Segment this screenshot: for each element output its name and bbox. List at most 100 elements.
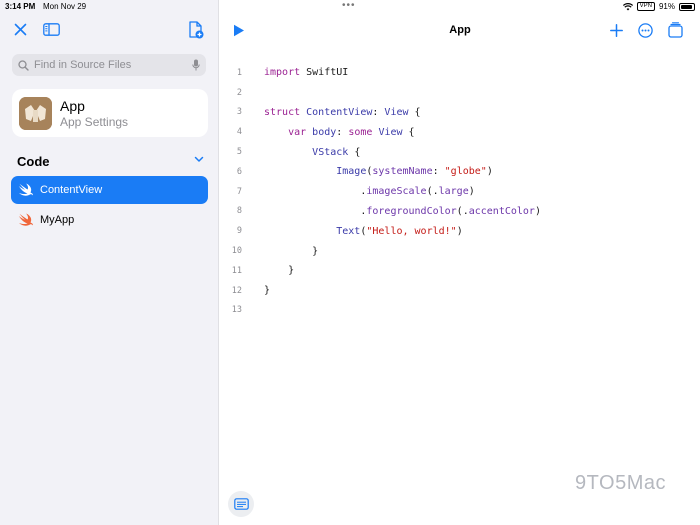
code-token: large: [438, 186, 469, 198]
code-token: {: [402, 126, 415, 138]
code-section-header[interactable]: Code: [17, 153, 207, 169]
battery-percent: 91%: [658, 2, 675, 11]
app-settings-label: App Settings: [60, 114, 129, 129]
swift-icon: [18, 213, 34, 226]
code-line[interactable]: 9 Text("Hello, world!"): [220, 221, 541, 241]
line-number: 10: [231, 246, 242, 257]
new-file-icon: [189, 21, 204, 39]
code-line[interactable]: 3 struct ContentView: View {: [220, 103, 541, 123]
line-number: 3: [236, 107, 242, 118]
status-date: Mon Nov 29: [43, 2, 87, 11]
watermark: 9TO5Mac: [575, 472, 666, 494]
app-name: App: [60, 97, 85, 114]
line-number: 6: [236, 166, 242, 177]
code-line[interactable]: 11 }: [220, 261, 541, 281]
code-token: some: [348, 126, 373, 138]
line-number: 11: [231, 265, 242, 276]
code-token: ): [456, 225, 463, 237]
code-token: :: [372, 106, 385, 118]
editor-toolbar: App: [220, 18, 700, 44]
code-token: var: [288, 126, 307, 138]
new-file-button[interactable]: [188, 21, 204, 44]
code-token: accentColor: [468, 205, 535, 217]
code-token: View: [378, 126, 403, 138]
code-token: {: [348, 146, 361, 158]
code-token: :: [336, 126, 349, 138]
code-line[interactable]: 6 Image(systemName: "globe"): [220, 162, 541, 182]
code-line[interactable]: 5 VStack {: [220, 142, 541, 162]
section-title: Code: [17, 154, 50, 169]
code-token: View: [384, 106, 409, 118]
status-right: VPN 91%: [622, 2, 695, 11]
app-icon: [19, 96, 52, 130]
code-line[interactable]: 12 }: [220, 281, 541, 301]
code-token: ): [486, 166, 493, 178]
code-token: imageScale: [366, 186, 427, 198]
file-item-contentview[interactable]: ContentView: [11, 176, 208, 204]
line-number: 9: [236, 226, 242, 237]
code-line[interactable]: 7 .imageScale(.large): [220, 182, 541, 202]
line-number: 13: [231, 305, 242, 316]
line-number: 1: [236, 67, 242, 78]
code-token: ContentView: [300, 106, 373, 118]
code-token: body: [306, 126, 337, 138]
line-number: 7: [236, 186, 242, 197]
multitasking-dots[interactable]: •••: [342, 0, 356, 11]
code-token: :: [432, 166, 445, 178]
windows-stack-icon: [668, 22, 683, 38]
code-line[interactable]: 2: [220, 83, 541, 103]
code-token: VStack: [312, 146, 349, 158]
code-token: ): [534, 205, 541, 217]
code-token: "globe": [444, 166, 487, 178]
battery-icon: [679, 2, 695, 11]
line-number: 2: [236, 87, 242, 98]
editor-pane: App 1 import SwiftUI 2 3 struct ContentV…: [220, 0, 700, 525]
code-line[interactable]: 10 }: [220, 241, 541, 261]
battery-level: [681, 4, 692, 9]
code-token: }: [312, 245, 319, 257]
sidebar: App App Settings Code ContentView MyApp: [0, 0, 219, 525]
code-token: Text: [336, 225, 361, 237]
vpn-badge: VPN: [636, 2, 655, 11]
code-token: (.: [456, 205, 469, 217]
code-line[interactable]: 4 var body: some View {: [220, 122, 541, 142]
sidebar-toolbar: [0, 18, 219, 44]
close-icon: [14, 23, 27, 36]
sidebar-toggle-button[interactable]: [43, 23, 60, 41]
code-token: }: [264, 285, 271, 297]
app-settings-card[interactable]: App App Settings: [12, 89, 208, 137]
chevron-down-icon[interactable]: [194, 154, 204, 164]
code-token: struct: [264, 106, 301, 118]
console-icon: [233, 498, 249, 510]
search-input[interactable]: [34, 59, 192, 71]
code-token: "Hello, world!": [366, 225, 457, 237]
code-token: (.: [426, 186, 439, 198]
code-token: SwiftUI: [300, 67, 349, 79]
code-token: foregroundColor: [366, 205, 457, 217]
line-number: 12: [231, 285, 242, 296]
file-item-label: ContentView: [40, 184, 103, 196]
code-line[interactable]: 8 .foregroundColor(.accentColor): [220, 202, 541, 222]
status-bar: 3:14 PM Mon Nov 29 ••• VPN 91%: [0, 0, 700, 14]
swift-icon: [18, 183, 34, 196]
code-area[interactable]: 1 import SwiftUI 2 3 struct ContentView:…: [220, 63, 541, 320]
code-line[interactable]: 13: [220, 301, 541, 321]
plus-icon: [610, 24, 623, 37]
file-item-myapp[interactable]: MyApp: [11, 206, 208, 234]
code-token: }: [288, 265, 295, 277]
more-button[interactable]: [638, 23, 653, 43]
add-button[interactable]: [610, 24, 623, 42]
code-token: {: [408, 106, 421, 118]
line-number: 4: [236, 127, 242, 138]
code-line[interactable]: 1 import SwiftUI: [220, 63, 541, 83]
console-button[interactable]: [228, 491, 254, 517]
windows-button[interactable]: [668, 22, 683, 43]
close-button[interactable]: [14, 23, 27, 41]
sidebar-toggle-icon: [43, 23, 60, 36]
search-icon: [18, 59, 29, 71]
search-field[interactable]: [12, 54, 206, 76]
ellipsis-circle-icon: [638, 23, 653, 38]
app-icon-art: [19, 96, 52, 130]
mic-icon[interactable]: [192, 59, 200, 71]
code-token: Image: [336, 166, 367, 178]
